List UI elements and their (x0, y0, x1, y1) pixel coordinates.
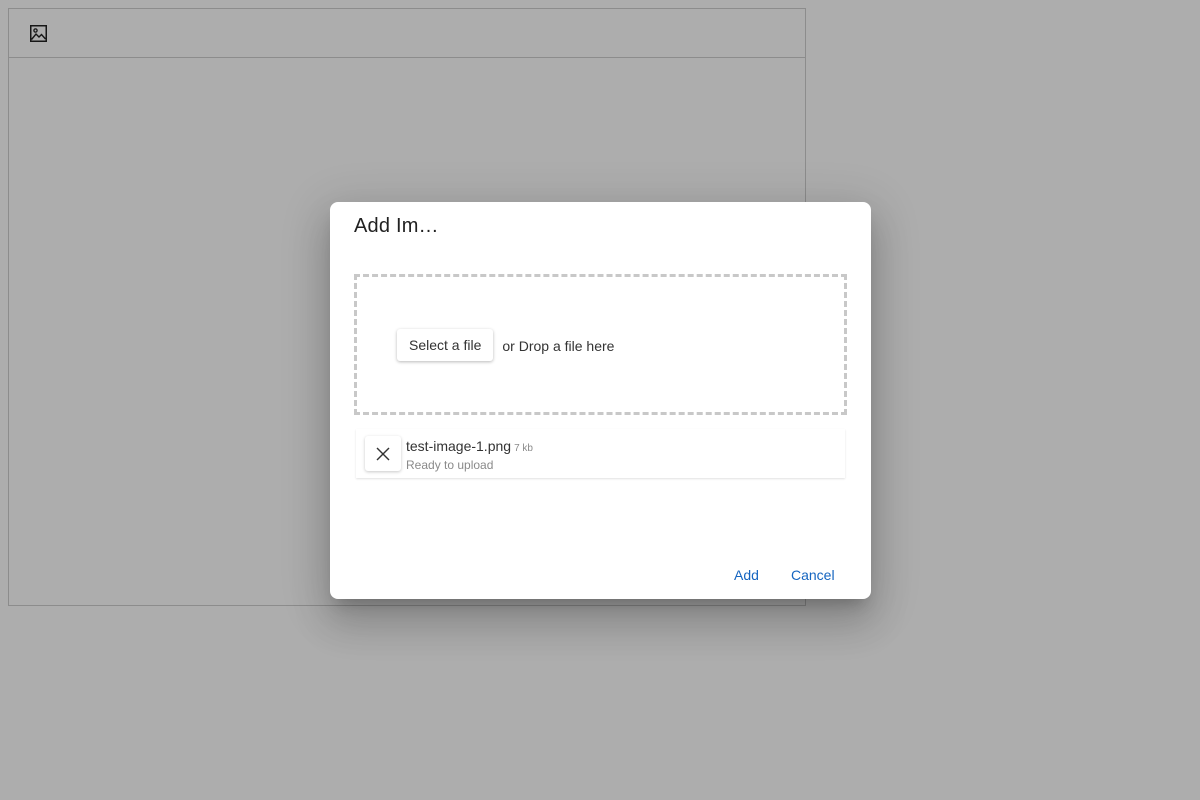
close-icon (376, 447, 390, 460)
remove-file-button[interactable] (365, 436, 401, 471)
add-image-dialog: Add Im… Select a file or Drop a file her… (330, 202, 871, 599)
file-dropzone[interactable]: Select a file or Drop a file here (354, 274, 847, 415)
file-list-item: test-image-1.png 7 kb Ready to upload (356, 429, 845, 478)
cancel-button[interactable]: Cancel (791, 563, 835, 587)
file-status: Ready to upload (406, 458, 494, 472)
file-info: test-image-1.png 7 kb Ready to upload (406, 438, 533, 472)
select-file-button[interactable]: Select a file (397, 328, 494, 361)
file-name: test-image-1.png (406, 438, 512, 454)
file-name-line: test-image-1.png 7 kb (406, 438, 533, 456)
dialog-title: Add Im… (354, 215, 439, 237)
file-size: 7 kb (514, 443, 533, 454)
drop-label: or Drop a file here (502, 337, 615, 354)
add-button[interactable]: Add (734, 563, 759, 587)
